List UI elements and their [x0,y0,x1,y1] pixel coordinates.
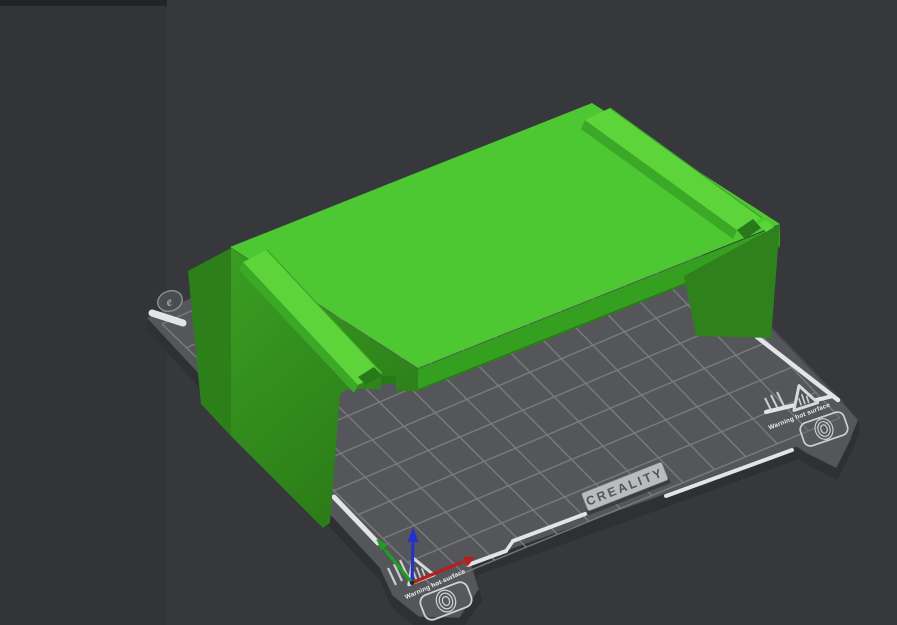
axis-origin [410,581,414,585]
viewport-3d-canvas[interactable]: e CREALITY Warning hot surface Warning h… [0,0,897,625]
viewport-background-left-column [0,0,167,625]
axis-z [410,538,415,585]
model-left-rail-notch [381,376,396,384]
top-toolbar-edge [0,0,167,6]
